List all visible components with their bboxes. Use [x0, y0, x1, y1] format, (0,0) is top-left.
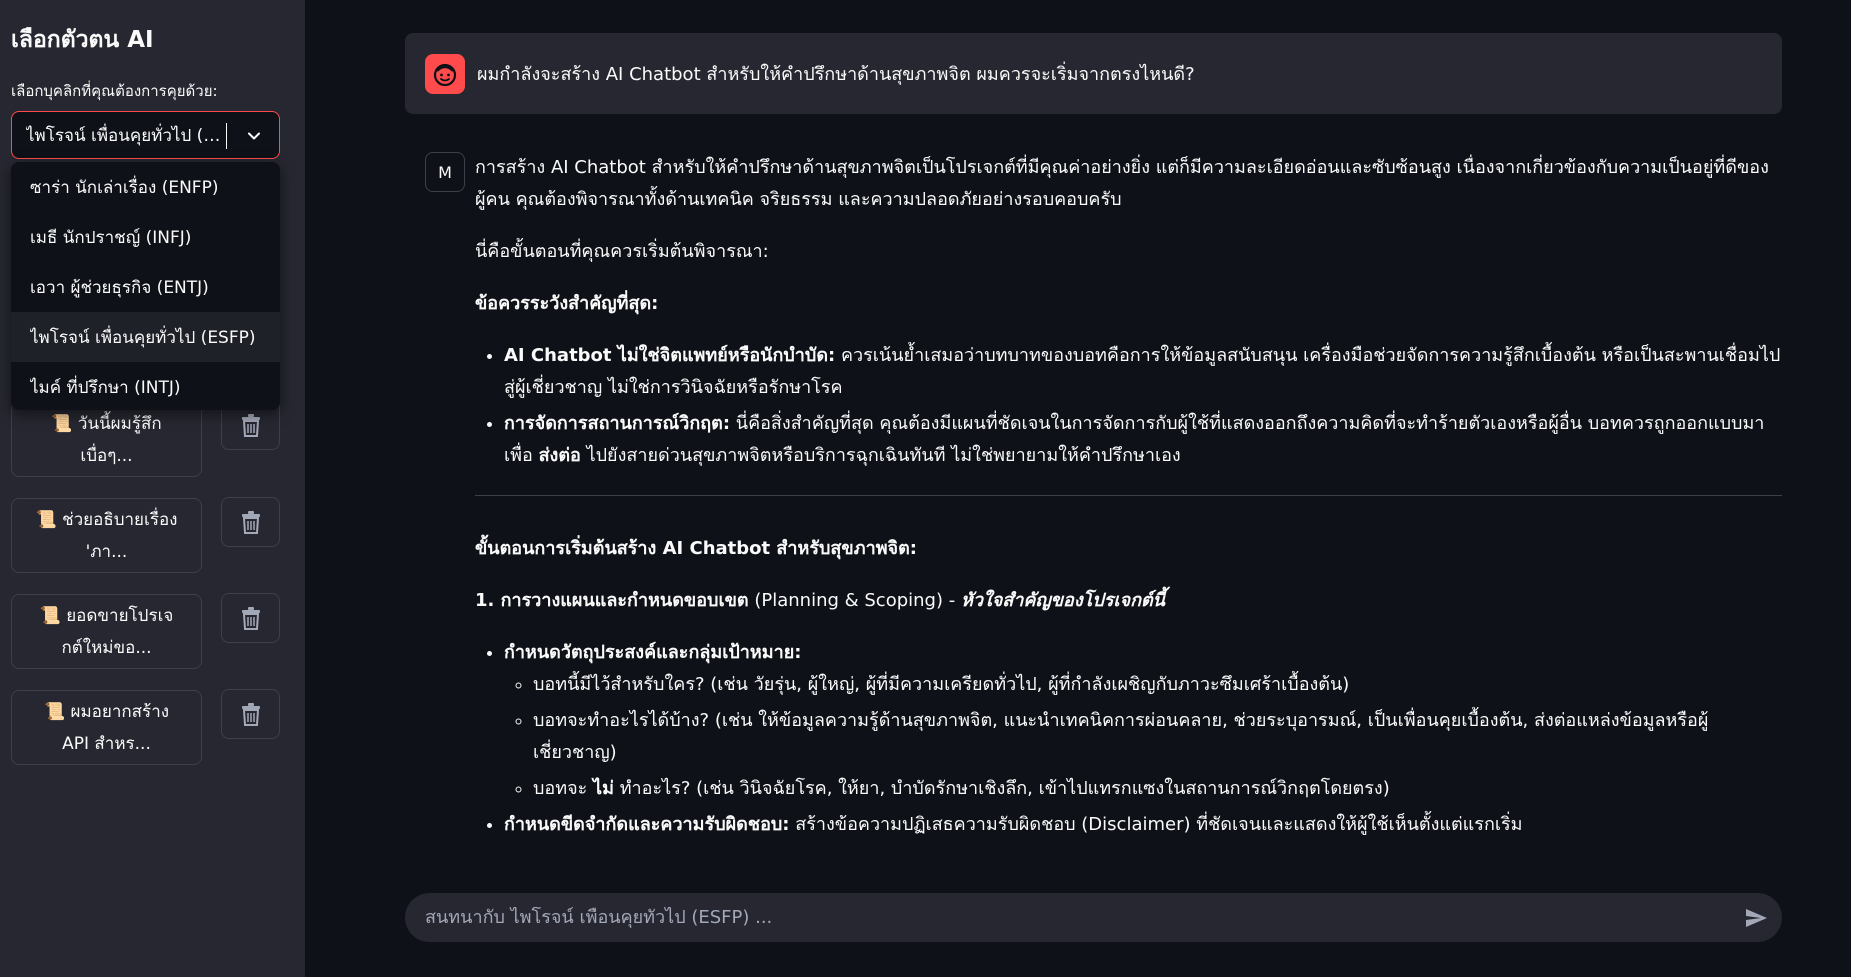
- history-item[interactable]: 📜 ยอดขายโปรเจ กต์ใหม่ขอ...: [11, 594, 202, 669]
- warning-list: AI Chatbot ไม่ใช่จิตแพทย์หรือนักบำบัด: ค…: [504, 340, 1782, 472]
- sidebar: เลือกตัวตน AI เลือกบุคลิกที่คุณต้องการคุ…: [0, 0, 305, 977]
- select-divider: [226, 123, 227, 149]
- user-avatar: [425, 53, 465, 94]
- list-item: บอทจะทำอะไรได้บ้าง? (เช่น ให้ข้อมูลความร…: [533, 705, 1782, 769]
- trash-icon: [241, 511, 260, 534]
- persona-select[interactable]: ไพโรจน์ เพื่อนคุยทั่วไป (ESFP): [11, 111, 280, 159]
- step1-heading: 1. การวางแผนและกำหนดขอบเขต (Planning & S…: [475, 590, 1165, 611]
- chat-input-bar: [405, 893, 1782, 942]
- history-item[interactable]: 📜 ผมอยากสร้าง API สำหร...: [11, 690, 202, 765]
- list-item: กำหนดขีดจำกัดและความรับผิดชอบ: สร้างข้อค…: [504, 809, 1782, 841]
- delete-history-button[interactable]: [221, 497, 280, 547]
- delete-history-button[interactable]: [221, 689, 280, 739]
- persona-select-label: เลือกบุคลิกที่คุณต้องการคุยด้วย:: [11, 82, 218, 100]
- assistant-steps-lead: นี่คือขั้นตอนที่คุณควรเริ่มต้นพิจารณา:: [475, 241, 769, 262]
- trash-icon: [241, 607, 260, 630]
- list-item: AI Chatbot ไม่ใช่จิตแพทย์หรือนักบำบัด: ค…: [504, 340, 1782, 404]
- trash-icon: [241, 703, 260, 726]
- assistant-message: การสร้าง AI Chatbot สำหรับให้คำปรึกษาด้า…: [475, 152, 1782, 861]
- persona-option-mike[interactable]: ไมค์ ที่ปรึกษา (INTJ): [11, 362, 280, 410]
- chevron-down-icon[interactable]: [244, 126, 264, 146]
- step1-list: กำหนดวัตถุประสงค์และกลุ่มเป้าหมาย: บอทนี…: [504, 637, 1782, 841]
- sidebar-title: เลือกตัวตน AI: [11, 27, 154, 53]
- smiley-face-icon: [433, 63, 457, 86]
- chat-input[interactable]: [425, 907, 1705, 928]
- assistant-intro: การสร้าง AI Chatbot สำหรับให้คำปรึกษาด้า…: [475, 157, 1769, 210]
- persona-dropdown: ซาร่า นักเล่าเรื่อง (ENFP) เมธี นักปราชญ…: [11, 162, 280, 410]
- user-message-text: ผมกำลังจะสร้าง AI Chatbot สำหรับให้คำปรึ…: [477, 64, 1195, 85]
- persona-option-sara[interactable]: ซาร่า นักเล่าเรื่อง (ENFP): [11, 162, 280, 212]
- assistant-avatar: M: [425, 152, 465, 192]
- history-item[interactable]: 📜 ช่วยอธิบายเรื่อง 'ภา...: [11, 498, 202, 573]
- divider: [475, 495, 1782, 496]
- list-item: บอทนี้มีไว้สำหรับใคร? (เช่น วัยรุ่น, ผู้…: [533, 669, 1782, 701]
- send-icon[interactable]: [1744, 906, 1768, 930]
- history-item[interactable]: 📜 วันนี้ผมรู้สึก เบื่อๆ...: [11, 402, 202, 477]
- persona-option-eva[interactable]: เอวา ผู้ช่วยธุรกิจ (ENTJ): [11, 262, 280, 312]
- list-item: บอทจะ ไม่ ทำอะไร? (เช่น วินิจฉัยโรค, ให้…: [533, 773, 1782, 805]
- list-item: การจัดการสถานการณ์วิกฤต: นี่คือสิ่งสำคัญ…: [504, 408, 1782, 472]
- persona-select-value: ไพโรจน์ เพื่อนคุยทั่วไป (ESFP): [26, 125, 224, 146]
- persona-option-methee[interactable]: เมธี นักปราชญ์ (INFJ): [11, 212, 280, 262]
- warning-heading: ข้อควรระวังสำคัญที่สุด:: [475, 293, 659, 314]
- user-message: ผมกำลังจะสร้าง AI Chatbot สำหรับให้คำปรึ…: [405, 33, 1782, 114]
- sub-list: บอทนี้มีไว้สำหรับใคร? (เช่น วัยรุ่น, ผู้…: [533, 669, 1782, 805]
- trash-icon: [241, 414, 260, 437]
- persona-option-pairoj[interactable]: ไพโรจน์ เพื่อนคุยทั่วไป (ESFP): [11, 312, 280, 362]
- delete-history-button[interactable]: [221, 593, 280, 643]
- list-item: กำหนดวัตถุประสงค์และกลุ่มเป้าหมาย: บอทนี…: [504, 637, 1782, 805]
- start-heading: ขั้นตอนการเริ่มต้นสร้าง AI Chatbot สำหรั…: [475, 538, 917, 559]
